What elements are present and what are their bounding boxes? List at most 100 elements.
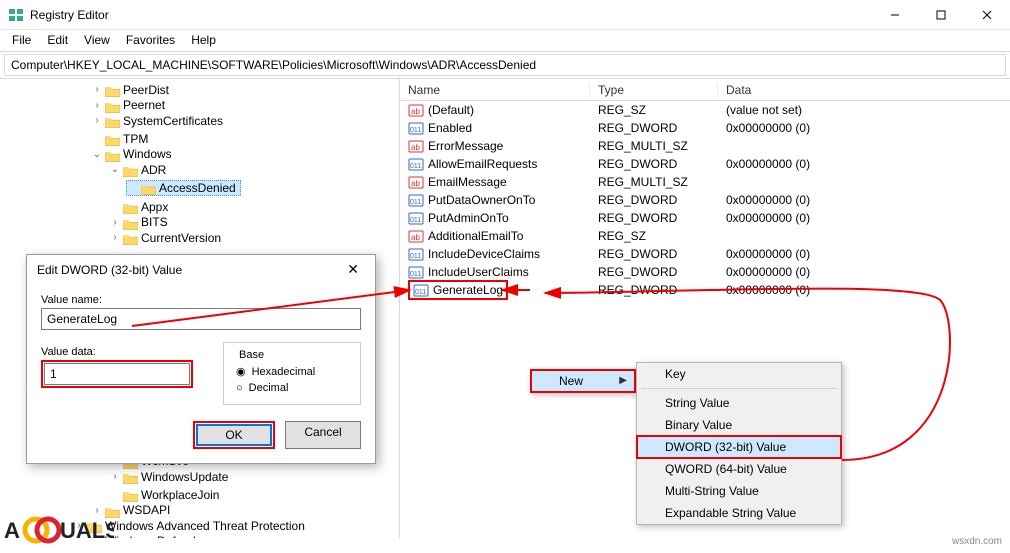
context-item[interactable]: Key xyxy=(637,363,841,385)
value-data: 0x00000000 (0) xyxy=(718,121,1010,135)
cancel-button[interactable]: Cancel xyxy=(285,421,361,449)
value-data: 0x00000000 (0) xyxy=(718,211,1010,225)
svg-text:011: 011 xyxy=(410,199,421,206)
watermark: wsxdn.com xyxy=(952,536,1002,547)
expand-icon[interactable]: › xyxy=(92,84,102,95)
close-button[interactable] xyxy=(964,0,1010,30)
menu-edit[interactable]: Edit xyxy=(41,31,74,49)
menu-help[interactable]: Help xyxy=(185,31,222,49)
context-item[interactable]: DWORD (32-bit) Value xyxy=(637,436,841,458)
tree-item[interactable]: › WindowsUpdate xyxy=(108,470,230,484)
value-data-input[interactable] xyxy=(44,363,190,385)
value-row[interactable]: 011IncludeDeviceClaimsREG_DWORD0x0000000… xyxy=(400,245,1010,263)
value-row[interactable]: 011EnabledREG_DWORD0x00000000 (0) xyxy=(400,119,1010,137)
tree-label: AccessDenied xyxy=(159,181,236,195)
context-menu-new-parent: New ▶ xyxy=(530,369,636,393)
value-row[interactable]: ab(Default)REG_SZ(value not set) xyxy=(400,101,1010,119)
col-name[interactable]: Name xyxy=(400,83,590,97)
tree-label: Windows Defender xyxy=(105,534,206,538)
expand-icon[interactable]: › xyxy=(110,217,120,228)
tree-item[interactable]: WorkplaceJoin xyxy=(108,488,221,502)
folder-icon xyxy=(123,164,138,176)
minimize-button[interactable] xyxy=(872,0,918,30)
svg-text:011: 011 xyxy=(415,289,426,296)
svg-text:011: 011 xyxy=(410,163,421,170)
menubar: File Edit View Favorites Help xyxy=(0,30,1010,52)
tree-item[interactable]: › SystemCertificates xyxy=(90,114,225,128)
tree-item[interactable]: › CurrentVersion xyxy=(108,231,223,245)
value-row[interactable]: abErrorMessageREG_MULTI_SZ xyxy=(400,137,1010,155)
expand-icon[interactable]: › xyxy=(92,100,102,111)
col-type[interactable]: Type xyxy=(590,83,718,97)
value-name-input[interactable] xyxy=(41,308,361,330)
tree-label: Windows xyxy=(123,147,172,161)
radio-dec[interactable]: ○ Decimal xyxy=(236,382,348,394)
tree-label: CurrentVersion xyxy=(141,231,221,245)
ok-button[interactable]: OK xyxy=(196,424,272,446)
folder-icon xyxy=(123,216,138,228)
value-type: REG_SZ xyxy=(590,229,718,243)
svg-text:ab: ab xyxy=(411,179,420,188)
context-new[interactable]: New ▶ xyxy=(531,370,635,392)
tree-item[interactable]: ›PeerDist xyxy=(90,83,171,97)
address-bar[interactable]: Computer\HKEY_LOCAL_MACHINE\SOFTWARE\Pol… xyxy=(4,54,1006,76)
tree-item[interactable]: Appx xyxy=(108,200,170,214)
collapse-icon[interactable]: ⌄ xyxy=(110,164,120,175)
context-item[interactable]: Multi-String Value xyxy=(637,480,841,502)
tree-item[interactable]: TPM xyxy=(90,132,150,146)
value-type: REG_DWORD xyxy=(590,121,718,135)
tree-item[interactable]: ›BITS xyxy=(108,215,170,229)
titlebar: Registry Editor xyxy=(0,0,1010,30)
value-row[interactable]: 011AllowEmailRequestsREG_DWORD0x00000000… xyxy=(400,155,1010,173)
radio-hex[interactable]: ◉ Hexadecimal xyxy=(236,365,348,378)
col-data[interactable]: Data xyxy=(718,83,1010,97)
tree-item[interactable]: AccessDenied xyxy=(126,180,241,196)
value-name: PutDataOwnerOnTo xyxy=(428,193,535,207)
context-item[interactable]: Expandable String Value xyxy=(637,502,841,524)
value-row[interactable]: 011GenerateLogREG_DWORD0x00000000 (0) xyxy=(400,281,1010,299)
binary-value-icon: 011 xyxy=(408,264,424,280)
dialog-close-button[interactable]: ✕ xyxy=(341,261,365,278)
list-header: Name Type Data xyxy=(400,79,1010,101)
collapse-icon[interactable]: ⌄ xyxy=(92,149,102,160)
value-row[interactable]: abEmailMessageREG_MULTI_SZ xyxy=(400,173,1010,191)
tree-label: WSDAPI xyxy=(123,503,170,517)
value-type: REG_DWORD xyxy=(590,157,718,171)
value-row[interactable]: 011IncludeUserClaimsREG_DWORD0x00000000 … xyxy=(400,263,1010,281)
context-item[interactable]: Binary Value xyxy=(637,414,841,436)
context-item[interactable]: QWORD (64-bit) Value xyxy=(637,458,841,480)
tree-label: SystemCertificates xyxy=(123,114,223,128)
menu-view[interactable]: View xyxy=(78,31,116,49)
tree-item[interactable]: ⌄ ADR xyxy=(108,163,168,177)
submenu-arrow-icon: ▶ xyxy=(619,375,627,386)
maximize-button[interactable] xyxy=(918,0,964,30)
binary-value-icon: 011 xyxy=(408,246,424,262)
tree-label: ADR xyxy=(141,163,166,177)
value-name: AdditionalEmailTo xyxy=(428,229,523,243)
tree-item[interactable]: ›Peernet xyxy=(90,98,167,112)
expand-icon[interactable]: › xyxy=(110,471,120,482)
folder-icon xyxy=(123,489,138,501)
tree-label: Windows Advanced Threat Protection xyxy=(105,519,305,533)
expand-icon[interactable]: › xyxy=(92,115,102,126)
svg-text:011: 011 xyxy=(410,127,421,134)
value-row[interactable]: 011PutAdminOnToREG_DWORD0x00000000 (0) xyxy=(400,209,1010,227)
expand-icon[interactable]: › xyxy=(110,232,120,243)
radio-empty-icon: ○ xyxy=(236,382,243,394)
svg-text:ab: ab xyxy=(411,233,420,242)
folder-icon xyxy=(105,133,120,145)
value-type: REG_SZ xyxy=(590,103,718,117)
value-data-label: Value data: xyxy=(41,346,193,358)
value-row[interactable]: ab AdditionalEmailTo REG_SZ xyxy=(400,227,1010,245)
value-row[interactable]: 011 PutDataOwnerOnTo REG_DWORD0x00000000 (… xyxy=(400,191,1010,209)
folder-icon xyxy=(123,232,138,244)
menu-favorites[interactable]: Favorites xyxy=(120,31,181,49)
folder-icon xyxy=(141,182,156,194)
value-data: 0x00000000 (0) xyxy=(718,193,1010,207)
tree-label: WindowsUpdate xyxy=(141,470,228,484)
context-item[interactable]: String Value xyxy=(637,392,841,414)
separator xyxy=(641,388,837,389)
tree-item[interactable]: ⌄ Windows xyxy=(90,147,174,161)
menu-file[interactable]: File xyxy=(6,31,37,49)
value-type: REG_DWORD xyxy=(590,193,718,207)
